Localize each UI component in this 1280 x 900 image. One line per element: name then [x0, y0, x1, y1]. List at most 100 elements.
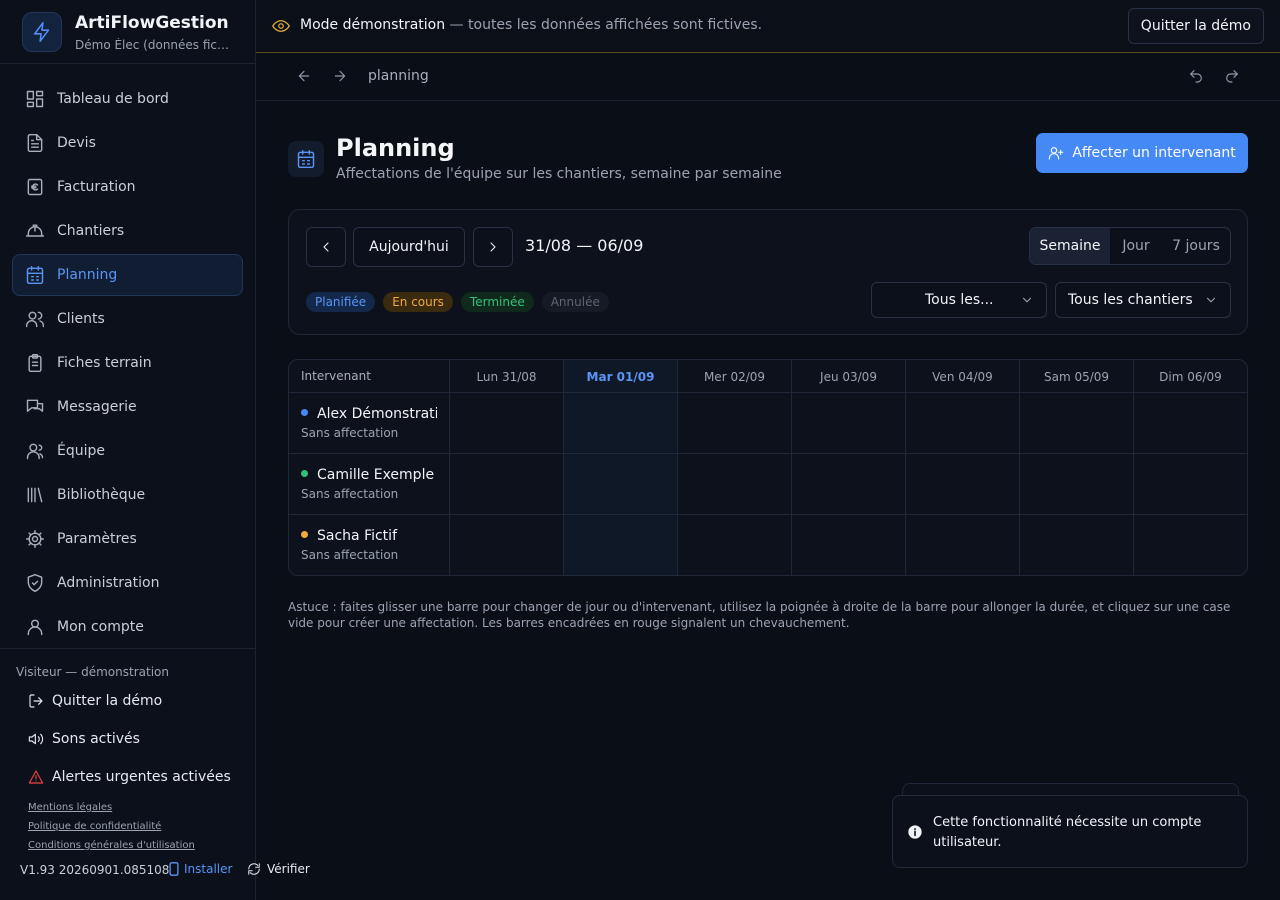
sidebar-item-label: Mon compte — [57, 619, 144, 635]
sidebar-item-label: Clients — [57, 311, 105, 327]
sidebar-item-equipe[interactable]: Équipe — [12, 430, 243, 472]
worker-name: Sacha Fictif — [317, 528, 397, 544]
logout-icon — [29, 694, 43, 708]
shield-icon — [27, 573, 43, 593]
sidebar-item-messagerie[interactable]: Messagerie — [12, 386, 243, 428]
sidebar-item-parametres[interactable]: Paramètres — [12, 518, 243, 560]
sidebar-item-administration[interactable]: Administration — [12, 562, 243, 604]
warning-icon — [28, 770, 44, 784]
site-filter-select[interactable]: Tous les chantiers — [1055, 282, 1231, 318]
info-icon — [908, 825, 922, 839]
sidebar-item-clients[interactable]: Clients — [12, 298, 243, 340]
chevron-right-icon — [490, 242, 496, 252]
status-badge-done[interactable]: Terminée — [460, 292, 534, 312]
breadcrumb: planning — [368, 68, 429, 84]
sidebar-item-devis[interactable]: Devis — [12, 122, 243, 164]
assign-worker-label: Affecter un intervenant — [1072, 145, 1236, 161]
alerts-label: Alertes urgentes activées — [52, 769, 231, 785]
day-header: Sam 05/09 — [1043, 369, 1110, 384]
chevron-down-icon — [1023, 297, 1031, 303]
sidebar-item-bibliotheque[interactable]: Bibliothèque — [12, 474, 243, 516]
column-header-worker: Intervenant — [301, 369, 371, 383]
site-filter-value: Tous les chantiers — [1068, 292, 1193, 308]
worker-status: Sans affectation — [301, 487, 399, 501]
sounds-toggle[interactable]: Sons activés — [28, 731, 140, 747]
grid-divider — [289, 453, 1247, 454]
view-7days-tab[interactable]: 7 jours — [1162, 228, 1230, 264]
app-subtitle: Démo Élec (données fictives) — [75, 38, 233, 52]
sidebar-footer: Visiteur — démonstration Quitter la démo… — [0, 648, 310, 900]
sidebar-item-fiches-terrain[interactable]: Fiches terrain — [12, 342, 243, 384]
worker-name: Camille Exemple — [317, 467, 435, 483]
view-week-tab[interactable]: Semaine — [1030, 228, 1110, 264]
previous-week-button[interactable] — [306, 227, 346, 267]
dashboard-icon — [26, 90, 44, 108]
sidebar-item-planning[interactable]: Planning — [12, 254, 243, 296]
worker-row-name[interactable]: Sacha Fictif — [301, 528, 437, 544]
sidebar-item-label: Bibliothèque — [57, 487, 146, 503]
status-legend: Planifiée En cours Terminée Annulée — [306, 292, 617, 312]
today-button[interactable]: Aujourd'hui — [353, 227, 465, 267]
terms-link[interactable]: Conditions générales d'utilisation — [28, 840, 195, 851]
page-subtitle: Affectations de l'équipe sur les chantie… — [336, 166, 782, 182]
sidebar-item-tableau-de-bord[interactable]: Tableau de bord — [12, 78, 243, 120]
undo-icon[interactable] — [1188, 68, 1204, 84]
sidebar: ArtiFlowGestion Démo Élec (données ficti… — [0, 0, 310, 900]
library-icon — [27, 487, 43, 503]
worker-filter-select[interactable]: Tous les... — [871, 282, 1047, 318]
assign-worker-button[interactable]: Affecter un intervenant — [1036, 133, 1248, 173]
toast-notification[interactable]: Cette fonctionnalité nécessite un compte… — [892, 795, 1248, 868]
calendar-icon — [26, 265, 44, 285]
urgent-alerts-toggle[interactable]: Alertes urgentes activées — [28, 769, 231, 785]
privacy-policy-link[interactable]: Politique de confidentialité — [28, 821, 161, 832]
worker-color-dot — [301, 409, 308, 416]
verify-button[interactable]: Vérifier — [247, 862, 310, 876]
chevron-left-icon — [323, 242, 329, 252]
grid-divider — [289, 514, 1247, 515]
sidebar-item-label: Administration — [57, 575, 160, 591]
user-plus-icon — [1049, 147, 1064, 160]
planning-toolbar: Aujourd'hui 31/08 — 06/09 Semaine Jour 7… — [288, 209, 1248, 335]
refresh-icon — [248, 863, 260, 875]
redo-icon[interactable] — [1224, 68, 1240, 84]
sidebar-item-label: Tableau de bord — [57, 91, 169, 107]
worker-name: Alex Démonstration — [317, 406, 437, 422]
sidebar-item-label: Messagerie — [57, 399, 137, 415]
quit-demo-label: Quitter la démo — [52, 693, 163, 709]
toast-message: Cette fonctionnalité nécessite un compte… — [933, 815, 1202, 850]
view-day-tab[interactable]: Jour — [1110, 228, 1162, 264]
clipboard-icon — [28, 353, 42, 373]
calendar-icon — [288, 141, 324, 177]
status-badge-planned[interactable]: Planifiée — [306, 292, 376, 312]
app-title: ArtiFlowGestion — [75, 13, 229, 33]
worker-row-name[interactable]: Alex Démonstration — [301, 406, 437, 422]
worker-row-name[interactable]: Camille Exemple — [301, 467, 437, 483]
sidebar-item-mon-compte[interactable]: Mon compte — [12, 606, 243, 648]
worker-color-dot — [301, 470, 308, 477]
team-icon — [26, 443, 44, 460]
sidebar-item-label: Devis — [57, 135, 96, 151]
next-week-button[interactable] — [473, 227, 513, 267]
install-button[interactable]: Installer — [168, 862, 232, 876]
demo-banner-title: Mode démonstration — [300, 17, 446, 33]
day-header-today: Mar 01/09 — [586, 369, 655, 384]
day-header: Jeu 03/09 — [820, 369, 877, 384]
arrow-left-icon[interactable] — [296, 68, 312, 84]
view-switcher: Semaine Jour 7 jours — [1029, 227, 1231, 265]
sidebar-item-label: Chantiers — [57, 223, 125, 239]
sidebar-item-label: Paramètres — [57, 531, 137, 547]
users-icon — [25, 311, 45, 328]
brand[interactable]: ArtiFlowGestion Démo Élec (données ficti… — [0, 0, 255, 64]
status-badge-in-progress[interactable]: En cours — [383, 292, 453, 312]
sidebar-item-facturation[interactable]: Facturation — [12, 166, 243, 208]
verify-label: Vérifier — [267, 862, 310, 876]
day-header: Mer 02/09 — [703, 369, 766, 384]
status-badge-cancelled[interactable]: Annulée — [541, 292, 609, 312]
quit-demo-link[interactable]: Quitter la démo — [28, 693, 162, 709]
quit-demo-button[interactable]: Quitter la démo — [1127, 8, 1264, 44]
legal-notice-link[interactable]: Mentions légales — [28, 802, 112, 813]
arrow-right-icon[interactable] — [332, 68, 348, 84]
messages-icon — [26, 399, 44, 412]
sidebar-item-chantiers[interactable]: Chantiers — [12, 210, 243, 252]
eye-icon — [272, 20, 290, 32]
